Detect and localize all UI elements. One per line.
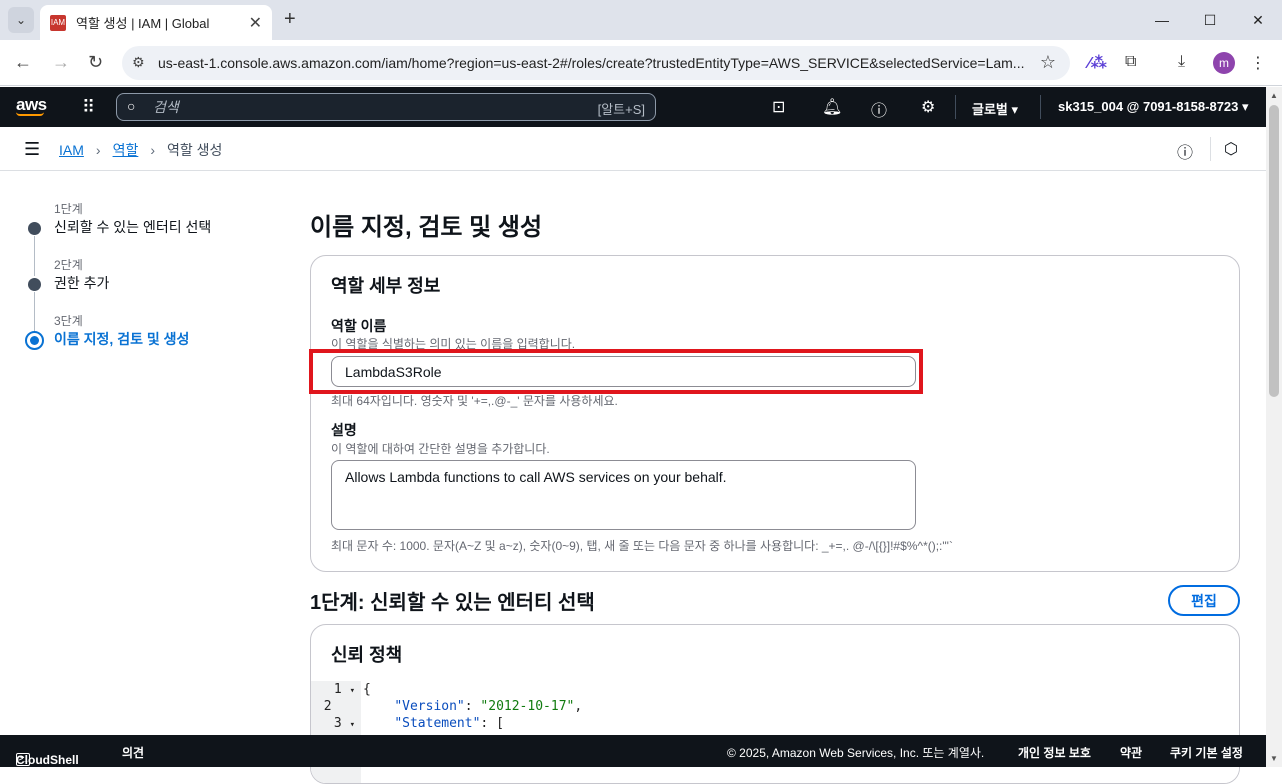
extension-icon[interactable]: ⁄⁂ xyxy=(1088,53,1107,73)
search-shortcut: [알트+S] xyxy=(597,102,645,117)
privacy-link[interactable]: 개인 정보 보호 xyxy=(1018,744,1091,761)
step-number: 3단계 xyxy=(54,314,83,328)
wizard-step-3: 3단계 이름 지정, 검토 및 생성 xyxy=(24,312,284,368)
breadcrumb: IAM › 역할 › 역할 생성 xyxy=(59,140,222,160)
card-heading: 역할 세부 정보 xyxy=(331,276,441,296)
description-hint: 이 역할에 대하여 간단한 설명을 추가합니다. xyxy=(331,442,550,456)
wizard-steps: 1단계 신뢰할 수 있는 엔터티 선택 2단계 권한 추가 3단계 이름 지정,… xyxy=(24,200,284,368)
tab-close-icon[interactable]: ✕ xyxy=(249,13,262,33)
scroll-up-icon[interactable]: ▲ xyxy=(1270,91,1278,100)
site-info-icon[interactable]: ⚙ xyxy=(132,54,145,71)
forward-icon[interactable]: → xyxy=(52,52,70,73)
step-dot-icon xyxy=(28,278,41,291)
profile-avatar[interactable]: m xyxy=(1213,52,1235,74)
role-details-card: 역할 세부 정보 역할 이름 이 역할을 식별하는 의미 있는 이름을 입력합니… xyxy=(310,255,1240,572)
fold-toggle-icon[interactable]: ▾ xyxy=(350,686,355,696)
scroll-down-icon[interactable]: ▼ xyxy=(1270,754,1278,763)
terms-link[interactable]: 약관 xyxy=(1120,744,1142,761)
tab-list-button[interactable]: ⌄ xyxy=(8,7,34,33)
cloudshell-icon[interactable]: ⊡ xyxy=(772,97,785,117)
wizard-step-1[interactable]: 1단계 신뢰할 수 있는 엔터티 선택 xyxy=(24,200,284,276)
region-selector[interactable]: 글로벌 ▾ xyxy=(972,99,1018,118)
maximize-icon[interactable]: ☐ xyxy=(1186,0,1234,40)
search-placeholder: 검색 xyxy=(153,99,179,115)
copyright-text: © 2025, Amazon Web Services, Inc. 또는 계열사… xyxy=(727,746,985,760)
browser-tab-active[interactable]: IAM 역할 생성 | IAM | Global ✕ xyxy=(40,5,272,40)
tab-title: 역할 생성 | IAM | Global xyxy=(76,16,210,31)
info-icon[interactable]: ⓘ xyxy=(1177,139,1193,163)
menu-hamburger-icon[interactable]: ☰ xyxy=(24,139,40,160)
bookmark-star-icon[interactable]: ☆ xyxy=(1040,52,1056,73)
chevron-right-icon: › xyxy=(95,142,101,158)
description-textarea[interactable]: Allows Lambda functions to call AWS serv… xyxy=(331,460,916,530)
browser-toolbar: ← → ↻ ⚙ us-east-1.console.aws.amazon.com… xyxy=(0,40,1282,86)
step-label[interactable]: 권한 추가 xyxy=(54,273,109,293)
code-line: 3 ▾ "Statement": [ xyxy=(333,716,504,731)
highlight-box xyxy=(309,349,923,394)
chevron-right-icon: › xyxy=(150,142,155,158)
fold-toggle-icon[interactable]: ▾ xyxy=(350,720,355,730)
url-text: us-east-1.console.aws.amazon.com/iam/hom… xyxy=(158,55,1025,71)
reload-icon[interactable]: ↻ xyxy=(88,52,103,73)
breadcrumb-bar: ☰ IAM › 역할 › 역할 생성 ⓘ ⬡ xyxy=(0,127,1266,171)
step-current-icon xyxy=(25,331,44,350)
wizard-step-2[interactable]: 2단계 권한 추가 xyxy=(24,256,284,332)
role-name-constraint: 최대 64자입니다. 영숫자 및 '+=,.@-_' 문자를 사용하세요. xyxy=(331,394,618,408)
edit-button[interactable]: 편집 xyxy=(1168,585,1240,616)
role-name-label: 역할 이름 xyxy=(331,318,387,334)
card-heading: 신뢰 정책 xyxy=(331,645,403,665)
scrollbar-thumb[interactable] xyxy=(1269,105,1279,397)
page-title: 이름 지정, 검토 및 생성 xyxy=(310,214,543,241)
aws-favicon-icon: IAM xyxy=(50,14,66,31)
search-icon: ○ xyxy=(127,98,136,114)
breadcrumb-current: 역할 생성 xyxy=(167,142,223,158)
step-label[interactable]: 신뢰할 수 있는 엔터티 선택 xyxy=(54,217,211,237)
new-tab-icon[interactable]: + xyxy=(284,8,296,31)
console-footer: >_ CloudShell 의견 © 2025, Amazon Web Servi… xyxy=(0,735,1266,767)
step-number: 1단계 xyxy=(54,202,83,216)
breadcrumb-iam[interactable]: IAM xyxy=(59,142,84,158)
minimize-icon[interactable]: — xyxy=(1138,0,1186,40)
extensions-puzzle-icon[interactable]: ⧉ xyxy=(1125,53,1136,71)
window-close-icon[interactable]: ✕ xyxy=(1234,0,1282,40)
step-dot-icon xyxy=(28,222,41,235)
code-line: 1 ▾ { xyxy=(333,682,371,697)
address-bar[interactable]: ⚙ us-east-1.console.aws.amazon.com/iam/h… xyxy=(122,46,1070,80)
step1-section-title: 1단계: 신뢰할 수 있는 엔터티 선택 xyxy=(310,592,595,614)
aws-logo[interactable]: aws xyxy=(16,95,47,116)
step-label: 이름 지정, 검토 및 생성 xyxy=(54,331,190,347)
aws-search-input[interactable]: ○ 검색 [알트+S] xyxy=(116,93,656,121)
back-icon[interactable]: ← xyxy=(14,52,32,73)
notifications-bell-icon[interactable]: 🔔︎ xyxy=(822,97,842,117)
cookie-preferences-link[interactable]: 쿠키 기본 설정 xyxy=(1170,744,1243,761)
amazon-q-icon[interactable]: ⬡ xyxy=(1224,139,1238,159)
help-icon[interactable]: ⓘ xyxy=(871,97,887,121)
feedback-link[interactable]: 의견 xyxy=(122,744,144,761)
description-label: 설명 xyxy=(331,422,357,438)
code-line: 2 "Version": "2012-10-17", xyxy=(323,699,583,714)
download-icon[interactable]: ⤓ xyxy=(1178,53,1185,71)
services-menu-icon[interactable]: ⠿ xyxy=(82,97,95,118)
browser-tab-bar: ⌄ IAM 역할 생성 | IAM | Global ✕ + — ☐ ✕ xyxy=(0,0,1282,40)
trust-policy-code-editor[interactable]: 1 ▾ { 2 "Version": "2012-10-17", 3 ▾ "St… xyxy=(311,681,1239,783)
page-scrollbar[interactable]: ▲ ▼ xyxy=(1266,87,1282,767)
account-menu[interactable]: sk315_004 @ 7091-8158-8723 ▾ xyxy=(1058,99,1249,115)
step-number: 2단계 xyxy=(54,258,83,272)
aws-console-header: aws ⠿ ○ 검색 [알트+S] ⊡ 🔔︎ ⓘ ⚙ 글로벌 ▾ sk315_0… xyxy=(0,87,1266,127)
chrome-menu-icon[interactable]: ⋮ xyxy=(1250,53,1266,73)
settings-gear-icon[interactable]: ⚙ xyxy=(921,97,935,117)
breadcrumb-roles[interactable]: 역할 xyxy=(113,140,139,160)
description-constraint: 최대 문자 수: 1000. 문자(A~Z 및 a~z), 숫자(0~9), 탭… xyxy=(331,539,953,553)
